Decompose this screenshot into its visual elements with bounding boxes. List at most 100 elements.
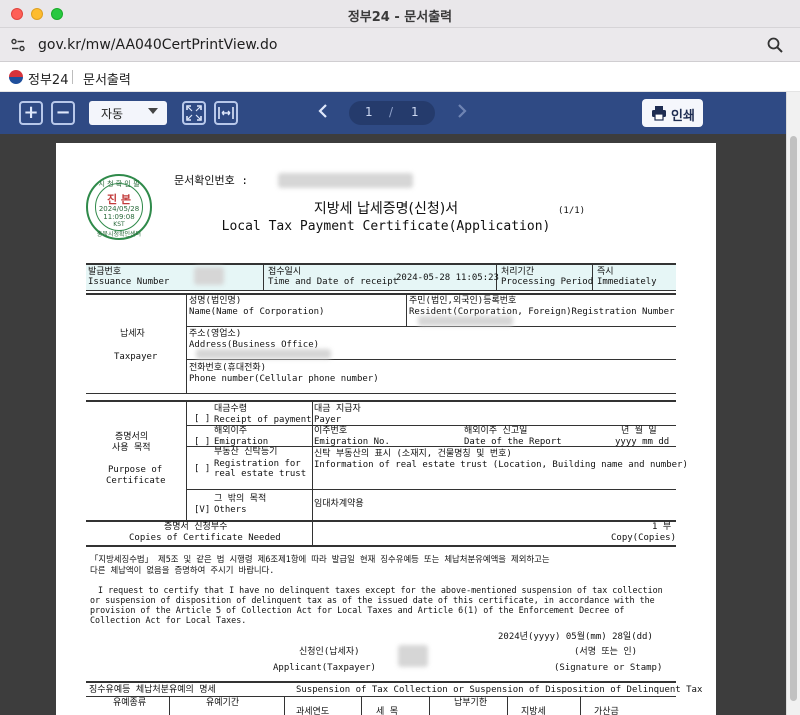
checkbox-real-estate: [ ]: [194, 464, 211, 474]
purpose-label-en2: Certificate: [106, 476, 166, 486]
date-format-ko: 년 월 일: [621, 426, 657, 436]
issuance-label-en: Issuance Number: [88, 277, 170, 287]
statement-en-2: or suspension of disposition of delinque…: [90, 595, 655, 605]
application-date: 2024년(yyyy) 05월(mm) 28일(dd): [498, 632, 653, 642]
checkbox-receipt: [ ]: [194, 414, 211, 424]
title-ko: 지방세 납세증명(신청)서: [313, 201, 459, 217]
emigration-ko: 해외이주: [214, 426, 248, 436]
url-text[interactable]: gov.kr/mw/AA040CertPrintView.do: [38, 37, 277, 53]
phone-label-en: Phone number(Cellular phone number): [189, 374, 379, 384]
statement-ko-1: 「지방세징수법」 제5조 및 같은 법 시행령 제6조제1항에 따라 발급일 현…: [90, 554, 550, 564]
others-value: 임대차계약용: [314, 499, 364, 509]
window-title-bar: 정부24 - 문서출력: [0, 0, 800, 28]
zoom-in-button[interactable]: +: [19, 101, 43, 125]
col-suspension-period: 유예기간: [206, 698, 240, 708]
gov24-logo-icon[interactable]: [8, 69, 24, 85]
page-crumb: 문서출력: [83, 73, 131, 88]
chevron-left-icon: [318, 104, 327, 118]
viewer-scrollbar[interactable]: [786, 92, 800, 715]
page-indicator: 1 / 1: [349, 101, 435, 125]
zoom-out-button[interactable]: −: [51, 101, 75, 125]
window-title: 정부24 - 문서출력: [347, 10, 453, 25]
scrollbar-thumb[interactable]: [790, 136, 797, 701]
site-brand[interactable]: 정부24: [28, 69, 68, 88]
address-label-ko: 주소(영업소): [189, 329, 242, 339]
period-label-ko: 처리기간: [501, 267, 535, 277]
receipt-of-payment-en: Receipt of payment: [214, 415, 312, 425]
taxpayer-label-ko: 납세자: [120, 329, 145, 339]
others-ko: 그 밖의 목적: [214, 494, 267, 504]
copies-value-ko: 1 부: [652, 522, 672, 532]
fit-width-button[interactable]: [214, 101, 238, 125]
copies-label-ko: 증명서 신청부수: [164, 522, 228, 532]
trust-info-en: Information of real estate trust (Locati…: [314, 460, 688, 470]
date-format-en: yyyy mm dd: [615, 437, 670, 447]
period-label-en: Processing Period: [501, 277, 594, 287]
payer-label-ko: 대금 지급자: [314, 404, 361, 414]
fit-width-icon: [218, 107, 234, 119]
document-page: 문서확인번호 : 시 청 확 인 필 진 본 2024/05/28 11:09:…: [56, 143, 716, 715]
site-header: 정부24 문서출력: [0, 62, 800, 92]
sign-label-ko: (서명 또는 인): [574, 647, 638, 657]
page-count: (1/1): [558, 206, 586, 216]
address-bar: gov.kr/mw/AA040CertPrintView.do: [0, 28, 800, 62]
next-page-button[interactable]: [455, 102, 469, 125]
real-estate-en1: Registration for: [214, 459, 301, 469]
redacted-doc-number: [278, 173, 413, 188]
others-en: Others: [214, 505, 247, 515]
total-pages: 1: [411, 105, 419, 119]
taxpayer-label-en: Taxpayer: [114, 352, 158, 362]
col-suspension-type: 유예종류: [113, 698, 147, 708]
period-value-en: Immediately: [597, 277, 657, 287]
zoom-icon[interactable]: [766, 36, 784, 54]
zoom-select[interactable]: 자동: [89, 101, 167, 125]
real-estate-en2: real estate trust: [214, 469, 307, 479]
real-estate-ko: 부동산 신탁등기: [214, 447, 278, 457]
suspension-title-ko: 징수유예등 체납처분유예의 명세: [89, 685, 216, 695]
col-local-tax: 지방세: [521, 707, 546, 715]
page-separator: /: [389, 105, 394, 119]
copies-label-en: Copies of Certificate Needed: [129, 533, 281, 543]
period-value-ko: 즉시: [597, 267, 614, 277]
purpose-label-ko1: 증명서의: [115, 432, 149, 442]
receipt-label-ko: 접수일시: [268, 267, 302, 277]
col-due-date: 납부기한: [454, 698, 488, 708]
sign-label-en: (Signature or Stamp): [554, 663, 663, 673]
pdf-toolbar: + − 자동 1 / 1 인쇄: [0, 92, 786, 134]
print-button[interactable]: 인쇄: [642, 99, 703, 127]
report-date-en: Date of the Report: [464, 437, 562, 447]
receipt-of-payment-ko: 대금수령: [214, 404, 248, 414]
doc-number-label: 문서확인번호 :: [174, 174, 248, 187]
previous-page-button[interactable]: [316, 102, 330, 125]
emigration-no-en: Emigration No.: [314, 437, 390, 447]
redacted-applicant-name: [398, 645, 428, 667]
statement-ko-2: 다른 체납액이 없음을 증명하여 주시기 바랍니다.: [90, 565, 275, 575]
title-en: Local Tax Payment Certificate(Applicatio…: [221, 219, 551, 234]
fit-page-button[interactable]: [182, 101, 206, 125]
trust-info-ko: 신탁 부동산의 표시 (소재지, 건물명칭 및 번호): [314, 449, 512, 459]
redacted-rrn: [418, 316, 513, 326]
statement-en-4: Collection Act for Local Taxes.: [90, 615, 247, 625]
name-label-ko: 성명(법인명): [189, 296, 242, 306]
payer-label-en: Payer: [314, 415, 342, 425]
site-settings-icon[interactable]: [10, 37, 26, 53]
col-tax-year: 과세연도: [296, 707, 330, 715]
phone-label-ko: 전화번호(휴대전화): [189, 363, 267, 373]
checkbox-others: [V]: [194, 505, 211, 515]
current-page[interactable]: 1: [365, 105, 373, 119]
divider: [72, 70, 73, 84]
chevron-right-icon: [458, 104, 467, 118]
redacted-issuance-number: [194, 267, 224, 285]
name-label-en: Name(Name of Corporation): [189, 307, 325, 317]
statement-en-3: provision of the Article 5 of Collection…: [90, 605, 625, 615]
checkbox-emigration: [ ]: [194, 437, 211, 447]
emigration-no-ko: 이주번호: [314, 426, 348, 436]
receipt-label-en: Time and Date of receipt: [268, 277, 399, 287]
applicant-label-ko: 신청인(납세자): [299, 647, 360, 657]
purpose-label-en1: Purpose of: [108, 465, 163, 475]
fit-page-icon: [186, 105, 202, 121]
col-tax-item: 세 목: [376, 707, 398, 715]
col-penalty: 가산금: [594, 707, 619, 715]
suspension-title-en: Suspension of Tax Collection or Suspensi…: [296, 685, 703, 695]
report-date-ko: 해외이주 신고일: [464, 426, 528, 436]
